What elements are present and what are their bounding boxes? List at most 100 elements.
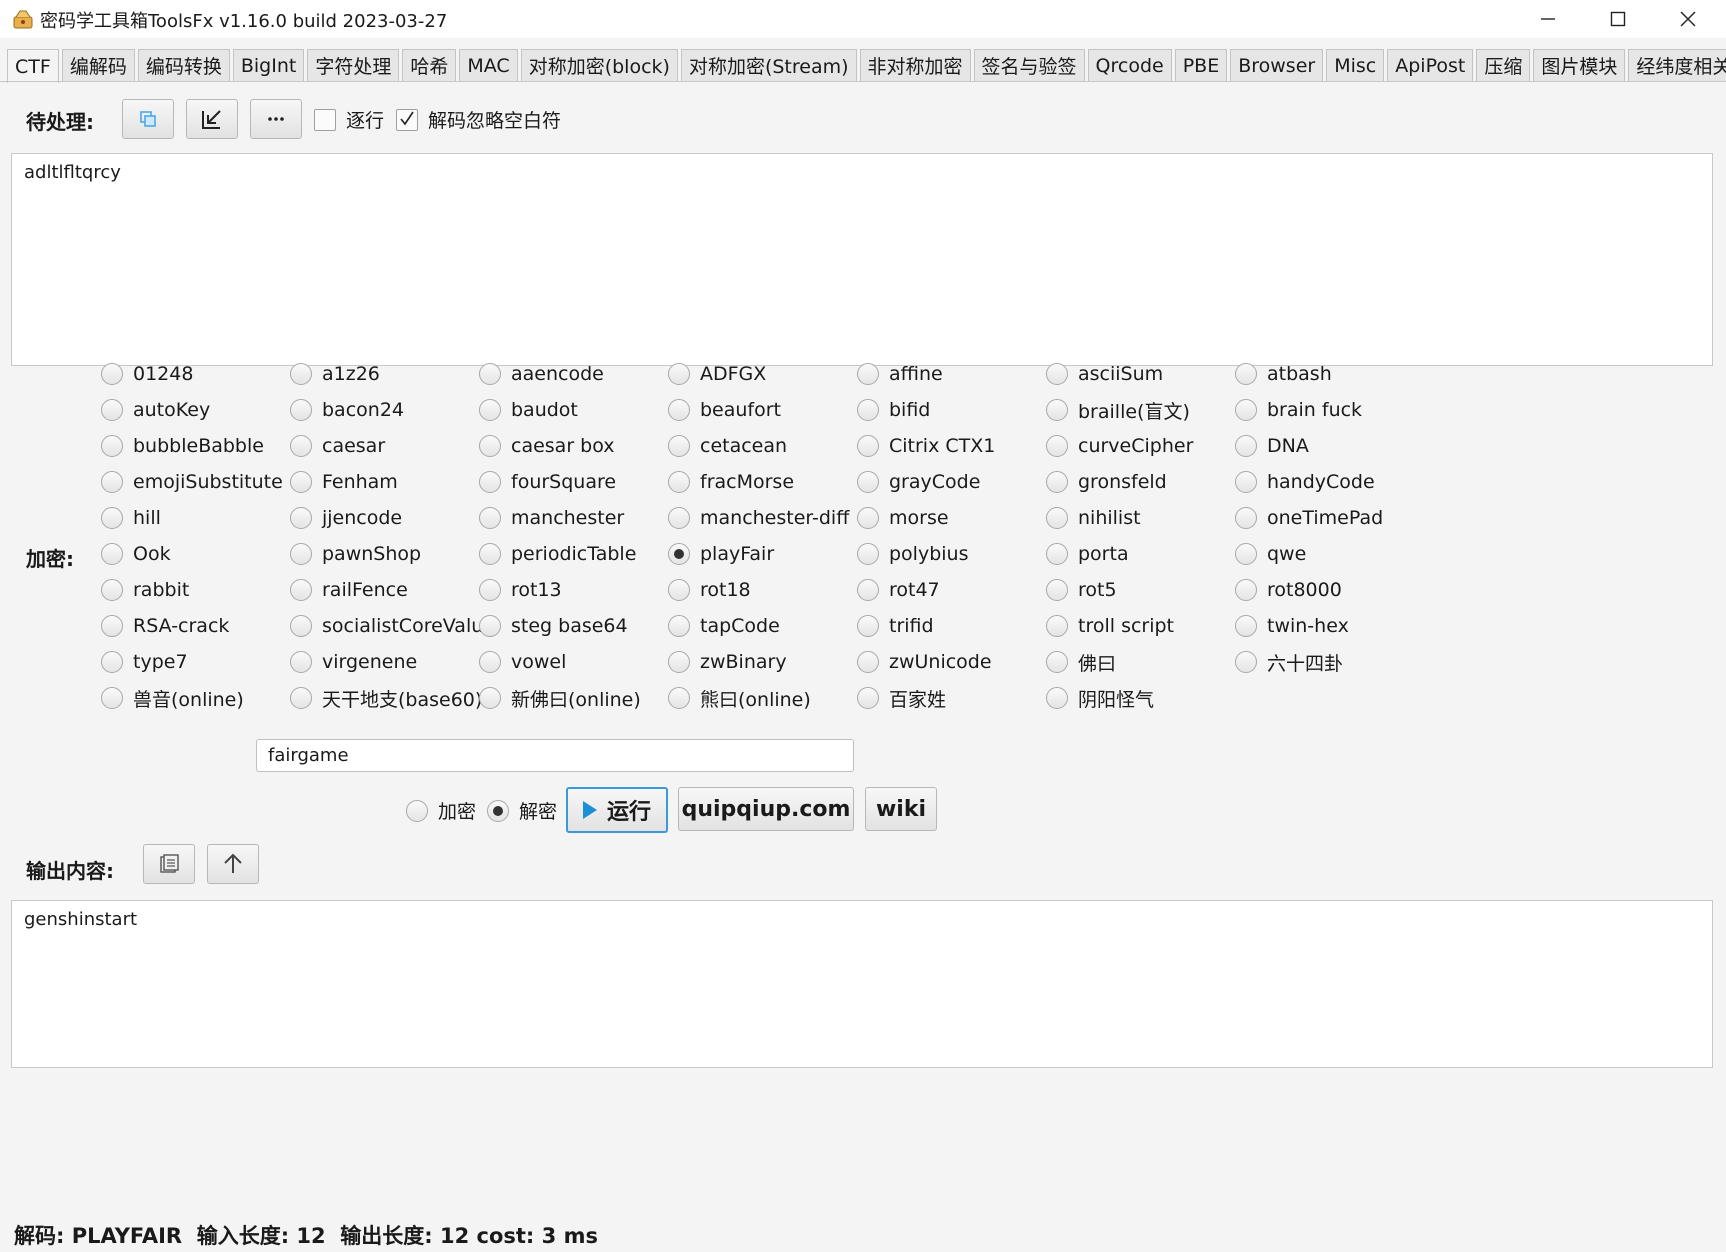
algorithm-radio[interactable]: caesar box [479, 432, 615, 460]
radio-circle[interactable] [1046, 399, 1068, 421]
algorithm-radio[interactable]: type7 [101, 648, 188, 676]
radio-circle[interactable] [479, 579, 501, 601]
algorithm-radio[interactable]: morse [857, 504, 949, 532]
algorithm-radio[interactable]: a1z26 [290, 360, 380, 388]
radio-circle[interactable] [101, 435, 123, 457]
tab-16[interactable]: 压缩 [1476, 49, 1531, 81]
algorithm-radio[interactable]: RSA-crack [101, 612, 229, 640]
algorithm-radio[interactable]: trifid [857, 612, 934, 640]
copy-output-button[interactable] [143, 844, 195, 884]
radio-circle[interactable] [1235, 651, 1257, 673]
radio-circle[interactable] [1235, 579, 1257, 601]
algorithm-radio[interactable]: manchester-diff [668, 504, 849, 532]
radio-circle[interactable] [290, 687, 312, 709]
algorithm-radio[interactable]: Ook [101, 540, 171, 568]
algorithm-radio[interactable]: rot47 [857, 576, 940, 604]
algorithm-radio[interactable]: 兽音(online) [101, 684, 244, 712]
algorithm-radio[interactable]: periodicTable [479, 540, 636, 568]
algorithm-radio[interactable]: zwBinary [668, 648, 787, 676]
line-by-line-checkbox[interactable]: 逐行 [314, 106, 384, 133]
radio-circle[interactable] [1235, 399, 1257, 421]
wiki-button[interactable]: wiki [865, 787, 937, 831]
algorithm-radio[interactable]: oneTimePad [1235, 504, 1383, 532]
tab-4[interactable]: 字符处理 [307, 49, 400, 81]
radio-circle[interactable] [1046, 687, 1068, 709]
algorithm-radio[interactable]: DNA [1235, 432, 1309, 460]
radio-circle[interactable] [1235, 471, 1257, 493]
radio-circle[interactable] [101, 615, 123, 637]
tab-3[interactable]: BigInt [232, 49, 305, 81]
radio-circle[interactable] [479, 651, 501, 673]
output-textarea[interactable]: genshinstart [11, 900, 1713, 1068]
algorithm-radio[interactable]: 01248 [101, 360, 193, 388]
algorithm-radio[interactable]: autoKey [101, 396, 210, 424]
maximize-button[interactable] [1586, 0, 1650, 38]
algorithm-radio[interactable]: rabbit [101, 576, 189, 604]
key-input[interactable]: fairgame [256, 739, 854, 772]
tab-2[interactable]: 编码转换 [137, 49, 230, 81]
radio-circle[interactable] [668, 363, 690, 385]
algorithm-radio[interactable]: troll script [1046, 612, 1174, 640]
radio-circle[interactable] [668, 651, 690, 673]
algorithm-radio[interactable]: railFence [290, 576, 408, 604]
radio-circle[interactable] [406, 799, 428, 822]
radio-circle[interactable] [479, 363, 501, 385]
radio-circle[interactable] [479, 399, 501, 421]
algorithm-radio[interactable]: pawnShop [290, 540, 421, 568]
radio-circle[interactable] [1046, 615, 1068, 637]
radio-circle[interactable] [668, 471, 690, 493]
algorithm-radio[interactable]: porta [1046, 540, 1129, 568]
tab-18[interactable]: 经纬度相关 [1628, 49, 1726, 81]
radio-circle[interactable] [857, 435, 879, 457]
radio-circle[interactable] [1235, 507, 1257, 529]
close-button[interactable] [1656, 0, 1720, 38]
algorithm-radio[interactable]: bubbleBabble [101, 432, 264, 460]
radio-circle[interactable] [857, 399, 879, 421]
minimize-button[interactable] [1516, 0, 1580, 38]
radio-circle[interactable] [857, 363, 879, 385]
radio-circle[interactable] [290, 435, 312, 457]
algorithm-radio[interactable]: polybius [857, 540, 969, 568]
radio-circle[interactable] [101, 363, 123, 385]
radio-circle[interactable] [668, 435, 690, 457]
radio-circle[interactable] [290, 363, 312, 385]
algorithm-radio[interactable]: atbash [1235, 360, 1332, 388]
radio-circle[interactable] [1046, 579, 1068, 601]
radio-circle[interactable] [668, 543, 690, 565]
radio-circle[interactable] [668, 507, 690, 529]
algorithm-radio[interactable]: virgenene [290, 648, 417, 676]
radio-circle[interactable] [101, 399, 123, 421]
algorithm-radio[interactable]: rot5 [1046, 576, 1117, 604]
algorithm-radio[interactable]: playFair [668, 540, 774, 568]
mode-encrypt-radio[interactable]: 加密 [406, 797, 476, 824]
radio-circle[interactable] [479, 615, 501, 637]
radio-circle[interactable] [668, 615, 690, 637]
algorithm-radio[interactable]: aaencode [479, 360, 604, 388]
checkbox-box[interactable] [396, 108, 418, 131]
ignore-whitespace-checkbox[interactable]: 解码忽略空白符 [396, 106, 561, 133]
algorithm-radio[interactable]: affine [857, 360, 943, 388]
algorithm-radio[interactable]: rot13 [479, 576, 562, 604]
input-textarea[interactable]: adltlfltqrcy [11, 153, 1713, 366]
radio-circle[interactable] [1046, 363, 1068, 385]
algorithm-radio[interactable]: zwUnicode [857, 648, 992, 676]
algorithm-radio[interactable]: emojiSubstitute [101, 468, 283, 496]
algorithm-radio[interactable]: qwe [1235, 540, 1306, 568]
algorithm-radio[interactable]: caesar [290, 432, 385, 460]
algorithm-radio[interactable]: braille(盲文) [1046, 396, 1190, 424]
algorithm-radio[interactable]: brain fuck [1235, 396, 1362, 424]
algorithm-radio[interactable]: ADFGX [668, 360, 766, 388]
tab-10[interactable]: 签名与验签 [973, 49, 1085, 81]
radio-circle[interactable] [101, 651, 123, 673]
tab-8[interactable]: 对称加密(Stream) [680, 49, 857, 81]
algorithm-radio[interactable]: 新佛曰(online) [479, 684, 641, 712]
radio-circle[interactable] [668, 399, 690, 421]
tab-17[interactable]: 图片模块 [1533, 49, 1626, 81]
algorithm-radio[interactable]: vowel [479, 648, 566, 676]
algorithm-radio[interactable]: 百家姓 [857, 684, 946, 712]
algorithm-radio[interactable]: jjencode [290, 504, 402, 532]
checkbox-box[interactable] [314, 108, 336, 131]
algorithm-radio[interactable]: 佛曰 [1046, 648, 1116, 676]
tab-7[interactable]: 对称加密(block) [520, 49, 678, 81]
radio-circle[interactable] [1235, 435, 1257, 457]
